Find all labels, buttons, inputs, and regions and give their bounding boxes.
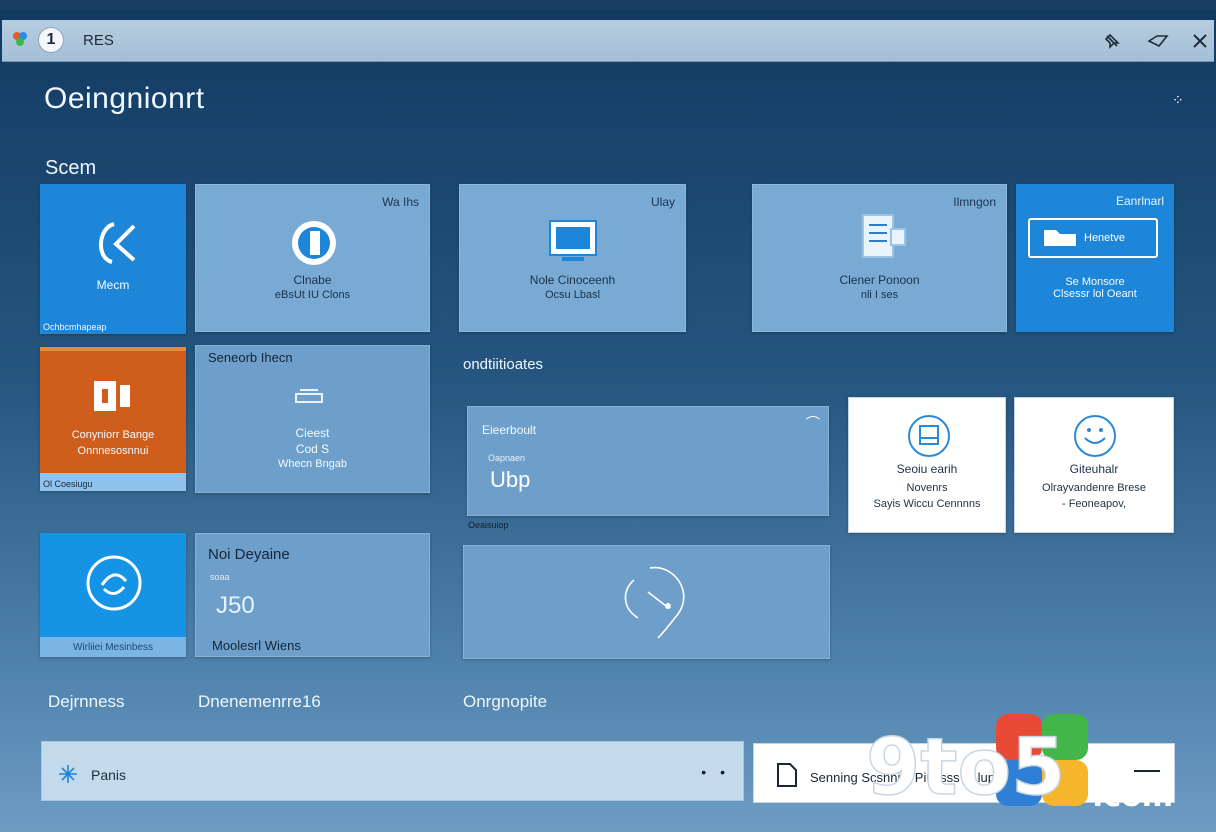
tile-4-line1: Clener Ponoon xyxy=(839,273,920,287)
tile-12-value: J50 xyxy=(216,592,255,619)
tile-2-line1: Clnabe xyxy=(293,273,332,287)
search-bar-more-icon[interactable]: •• xyxy=(701,764,739,780)
title-bar: 1 RES xyxy=(2,20,1214,62)
tile-7[interactable]: Seneorb Ihecn Cieest Cod S Whecn Bngab xyxy=(195,345,430,493)
section-label-bottom-left: Dejrnness xyxy=(48,692,125,711)
tile-5-corner: Eanrlnarl xyxy=(1115,194,1164,208)
tile-5-button-label: Henetve xyxy=(1084,232,1125,244)
tile-8-collapse-icon[interactable]: ⌒ xyxy=(806,413,820,433)
tile-9[interactable]: Seoiu earih Novenrs Sayis Wiccu Cennnns xyxy=(848,397,1006,533)
tile-12[interactable]: Noi Deyaine soaa J50 Moolesrl Wiens xyxy=(195,533,430,657)
tile-5-button[interactable]: Henetve xyxy=(1028,218,1158,258)
tile-8[interactable]: Eieerboult ⌒ Oapnaen Ubp xyxy=(467,406,829,516)
watermark-logo: 9to5 .com xyxy=(865,710,1196,820)
sync-circle-icon xyxy=(86,555,142,611)
tile-2[interactable]: Wa Ihs Clnabe eBsUt IU Clons xyxy=(195,184,430,332)
app-window: 1 RES Oeingnionrt ⁘ Scem Mecm Ochbcmhape… xyxy=(0,0,1216,832)
sparkle-icon xyxy=(59,765,77,783)
tile-9-line1: Seoiu earih xyxy=(896,462,958,476)
tile-10[interactable]: Giteuhalr Olrayvandenre Brese - Feoneapo… xyxy=(1014,397,1174,533)
tile-3[interactable]: Ulay Nole Cinoceenh Ocsu Lbasl xyxy=(459,184,686,332)
tile-5-line1: Se Monsore xyxy=(1065,276,1125,288)
document-icon xyxy=(777,763,797,787)
tile-7-line3: Whecn Bngab xyxy=(277,458,348,470)
tile-6-line1: Conyniorr Bange xyxy=(71,429,155,441)
tile-7-line1: Cieest xyxy=(295,426,330,440)
tile-12-heading: Noi Deyaine xyxy=(208,546,290,563)
tile-5[interactable]: Eanrlnarl Henetve Se Monsore Clsessr lol… xyxy=(1016,184,1174,332)
tile-2-line2: eBsUt IU Clons xyxy=(274,289,351,301)
document-circle-icon xyxy=(292,221,336,265)
tile-3-corner: Ulay xyxy=(650,195,675,209)
tile-8-heading: Eieerboult xyxy=(482,423,537,437)
handwriting-icon xyxy=(624,566,685,639)
tile-5-line2: Clsessr lol Oeant xyxy=(1053,288,1137,300)
tile-6-line2: Onnnesosnnui xyxy=(77,445,149,457)
tile-9-line3: Sayis Wiccu Cennnns xyxy=(873,498,981,510)
back-arrow-icon xyxy=(99,222,136,264)
pin-button[interactable] xyxy=(1098,28,1126,54)
section-label-top: Scem xyxy=(45,157,97,179)
tile-8-value: Ubp xyxy=(490,467,531,492)
tile-9-line2: Novenrs xyxy=(906,482,948,494)
search-bar[interactable]: Panis •• xyxy=(41,741,744,801)
app-logo-icon xyxy=(13,32,27,46)
printer-icon xyxy=(862,214,906,258)
scanner-icon xyxy=(295,389,323,403)
tile-13[interactable] xyxy=(463,545,830,659)
tile-8-footer: Oeaisuiop xyxy=(468,520,509,530)
account-avatar[interactable]: 1 xyxy=(38,27,64,53)
section-label-middle: ondtiitioates xyxy=(463,356,544,373)
tile-1-label: Mecm xyxy=(96,278,130,292)
page-title: Oeingnionrt xyxy=(44,82,205,115)
tile-2-corner: Wa Ihs xyxy=(382,195,419,209)
tile-7-line2: Cod S xyxy=(295,442,330,456)
tile-4-corner: Ilmngon xyxy=(953,195,996,209)
tile-4-line2: nli I ses xyxy=(860,289,899,301)
tile-8-small: Oapnaen xyxy=(488,453,526,463)
section-label-bottom-mid: Dnenemenrre16 xyxy=(198,692,321,711)
close-button[interactable] xyxy=(1186,28,1214,54)
office-icon xyxy=(94,381,130,411)
tile-11[interactable]: Wirliiei Mesinbess xyxy=(40,533,186,657)
pin-icon xyxy=(1104,33,1120,49)
close-icon xyxy=(1193,34,1207,48)
tile-11-footer: Wirliiei Mesinbess xyxy=(72,642,153,653)
minimize-icon xyxy=(1147,35,1169,48)
minimize-button[interactable] xyxy=(1144,28,1172,54)
tile-10-line2: Olrayvandenre Brese xyxy=(1042,482,1146,494)
tile-1-footer: Ochbcmhapeap xyxy=(43,322,107,332)
window-title: RES xyxy=(83,32,114,49)
search-text: Panis xyxy=(91,767,127,783)
tile-7-heading: Seneorb Ihecn xyxy=(208,350,293,365)
watermark-suffix: .com xyxy=(1092,779,1173,814)
smiley-icon xyxy=(1074,415,1116,457)
monitor-icon xyxy=(549,220,597,261)
person-circle-icon xyxy=(908,415,950,457)
folder-icon xyxy=(1044,230,1076,246)
more-options-icon[interactable]: ⁘ xyxy=(1172,92,1184,109)
tile-3-line2: Ocsu Lbasl xyxy=(544,289,601,301)
tile-12-footer: Moolesrl Wiens xyxy=(212,638,301,653)
tile-10-line1: Giteuhalr xyxy=(1069,462,1119,476)
tile-10-line3: - Feoneapov, xyxy=(1061,498,1126,510)
tile-3-line1: Nole Cinoceenh xyxy=(529,273,616,287)
tile-4[interactable]: Ilmngon Clener Ponoon nli I ses xyxy=(752,184,1007,332)
tile-12-small: soaa xyxy=(210,572,230,582)
tile-1[interactable]: Mecm Ochbcmhapeap xyxy=(40,184,186,334)
tile-6-footer: Ol Coesiugu xyxy=(43,479,93,489)
tile-6[interactable]: Conyniorr Bange Onnnesosnnui Ol Coesiugu xyxy=(40,347,186,491)
watermark-text: 9to5 xyxy=(866,723,1065,813)
section-label-bottom-right: Onrgnopite xyxy=(463,692,548,711)
